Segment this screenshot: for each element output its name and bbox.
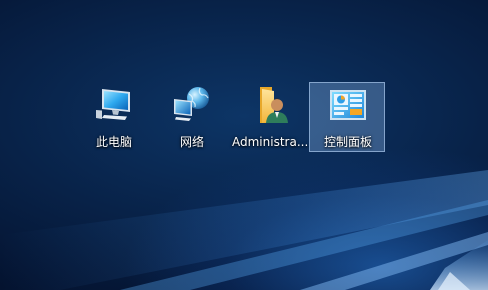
desktop-icon-label: Administra... (232, 135, 309, 149)
desktop-icon-user-folder[interactable]: Administra... (231, 82, 309, 152)
network-icon (174, 87, 209, 121)
desktop-icon-control-panel[interactable]: 控制面板 (309, 82, 385, 152)
this-pc-icon (96, 89, 130, 120)
desktop-icon-label: 网络 (179, 135, 204, 149)
desktop-icon-label: 控制面板 (323, 135, 372, 149)
desktop-icon-network[interactable]: 网络 (153, 82, 229, 152)
user-folder-icon (260, 87, 288, 123)
desktop-icon-label: 此电脑 (95, 135, 132, 149)
desktop[interactable]: 此电脑 网络 Administra... 控制面板 (0, 0, 488, 290)
desktop-icon-this-pc[interactable]: 此电脑 (75, 82, 151, 152)
control-panel-icon (330, 90, 366, 120)
